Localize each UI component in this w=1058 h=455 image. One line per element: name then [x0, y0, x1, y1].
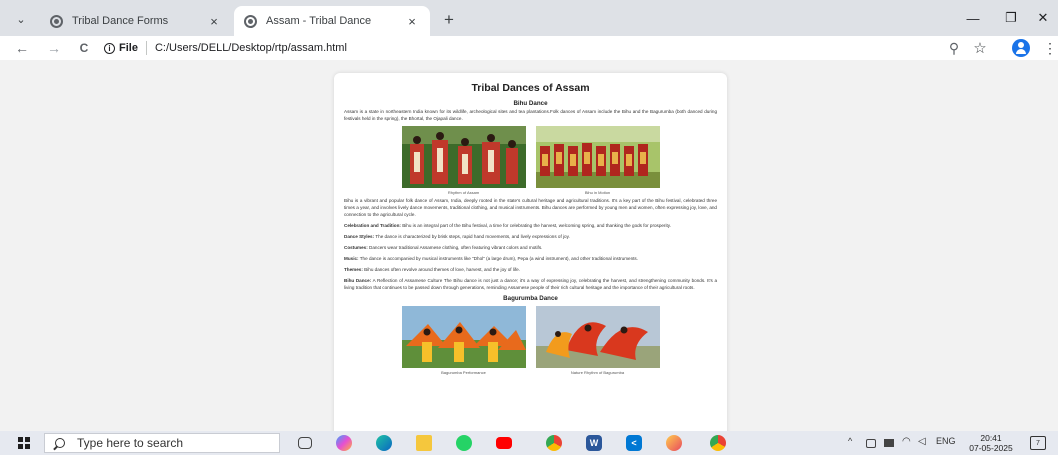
image-caption: Nature Rhythm of Bagurumba	[570, 370, 625, 375]
tab-close-icon[interactable]: ×	[206, 14, 222, 29]
system-clock[interactable]: 20:41 07-05-2025	[966, 433, 1016, 453]
copilot-icon[interactable]	[336, 435, 352, 451]
whatsapp-icon[interactable]	[456, 435, 472, 451]
bagurumba-dancers-photo	[401, 306, 526, 368]
music-paragraph: Music: The dance is accompanied by music…	[344, 256, 639, 261]
chrome-icon[interactable]	[546, 435, 562, 451]
globe-icon	[244, 14, 257, 28]
info-icon: i	[104, 42, 115, 54]
zoom-icon[interactable]: ⚲	[944, 38, 964, 58]
wifi-icon[interactable]: ◠	[902, 436, 911, 447]
reload-button[interactable]: C	[74, 38, 94, 58]
youtube-icon[interactable]	[496, 437, 512, 449]
bihu-gallery: Rhythm of Assam Bihu in Motion	[344, 126, 717, 195]
new-tab-button[interactable]: +	[440, 10, 458, 30]
task-view-icon[interactable]	[298, 437, 312, 449]
address-bar[interactable]: i File C:/Users/DELL/Desktop/rtp/assam.h…	[104, 38, 972, 58]
search-icon	[55, 438, 65, 448]
bihu-dancers-photo	[401, 126, 526, 188]
clock-time: 20:41	[980, 433, 1002, 443]
celebration-paragraph: Celebration and Tradition: Bihu is an in…	[344, 223, 671, 228]
restore-button[interactable]: ❐	[996, 6, 1026, 30]
tab-strip: ⌄ Tribal Dance Forms × Assam - Tribal Da…	[0, 0, 1058, 36]
intro-paragraph: Assam is a state in northeastern India k…	[344, 109, 717, 121]
close-window-button[interactable]: ✕	[1028, 6, 1058, 30]
back-button[interactable]: ←	[12, 38, 32, 58]
windows-logo-icon[interactable]	[18, 437, 30, 449]
bihu-heading: Bihu Dance	[513, 100, 548, 107]
paint-icon[interactable]	[666, 435, 682, 451]
volume-icon[interactable]: ◁	[918, 436, 926, 447]
figure-bagurumba-1: Bagurumba Performance	[401, 306, 526, 375]
tab-search-chevron-down-icon[interactable]: ⌄	[10, 8, 32, 30]
minimize-button[interactable]: —	[958, 6, 988, 30]
taskbar-search-input[interactable]: Type here to search	[44, 433, 280, 453]
costumes-paragraph: Costumes: Dancers wear traditional Assam…	[344, 245, 543, 250]
profile-avatar[interactable]	[1012, 39, 1030, 57]
dance-styles-paragraph: Dance Styles: The dance is characterized…	[344, 234, 570, 239]
bookmark-star-icon[interactable]: ☆	[970, 38, 990, 58]
themes-paragraph: Themes: Bihu dances often revolve around…	[344, 267, 520, 272]
tab-title: Tribal Dance Forms	[72, 15, 169, 27]
figure-bagurumba-2: Nature Rhythm of Bagurumba	[535, 306, 660, 375]
tab-title: Assam - Tribal Dance	[266, 15, 372, 27]
chrome-icon[interactable]	[710, 435, 726, 451]
figure-rhythm-of-assam: Rhythm of Assam	[401, 126, 526, 195]
word-icon[interactable]: W	[586, 435, 602, 451]
file-label: File	[119, 42, 138, 54]
language-indicator[interactable]: ENG	[936, 436, 956, 446]
bagurumba-heading: Bagurumba Dance	[503, 295, 558, 302]
show-hidden-icons-chevron-up-icon[interactable]: ^	[848, 436, 852, 446]
page-viewport[interactable]: Tribal Dances of Assam Bihu Dance Assam …	[0, 60, 1058, 431]
reflection-paragraph: Bihu Dance: A Reflection of Assamese Cul…	[344, 278, 717, 290]
clock-date: 07-05-2025	[969, 443, 1013, 453]
windows-taskbar: Type here to search W < ^ ◠ ◁ ENG 20:41 …	[0, 431, 1058, 455]
globe-icon	[50, 14, 63, 28]
tab-assam-tribal-dance[interactable]: Assam - Tribal Dance ×	[234, 6, 430, 36]
image-caption: Rhythm of Assam	[447, 190, 480, 195]
battery-icon[interactable]	[866, 439, 876, 448]
tab-tribal-dance-forms[interactable]: Tribal Dance Forms ×	[40, 6, 232, 36]
browser-toolbar: ← → C i File C:/Users/DELL/Desktop/rtp/a…	[0, 36, 1058, 60]
url-text[interactable]: C:/Users/DELL/Desktop/rtp/assam.html	[155, 42, 347, 54]
display-icon[interactable]	[884, 439, 894, 447]
figure-bihu-in-motion: Bihu in Motion	[535, 126, 660, 195]
search-placeholder: Type here to search	[77, 436, 184, 450]
url-divider	[145, 41, 147, 55]
edge-icon[interactable]	[376, 435, 392, 451]
vscode-icon[interactable]: <	[626, 435, 642, 451]
tab-close-icon[interactable]: ×	[404, 14, 420, 29]
bagurumba-swirl-photo	[535, 306, 660, 368]
forward-button[interactable]: →	[44, 38, 64, 58]
file-explorer-icon[interactable]	[416, 435, 432, 451]
content-card: Tribal Dances of Assam Bihu Dance Assam …	[334, 73, 727, 431]
bihu-line-dance-photo	[535, 126, 660, 188]
notification-icon[interactable]: 7	[1030, 436, 1046, 450]
image-caption: Bihu in Motion	[584, 190, 611, 195]
bihu-description: Bihu is a vibrant and popular folk dance…	[344, 198, 717, 217]
page-title: Tribal Dances of Assam	[471, 82, 590, 94]
browser-menu-icon[interactable]: ⋮	[1040, 38, 1058, 58]
site-info-badge[interactable]: i File	[104, 42, 138, 54]
image-caption: Bagurumba Performance	[441, 370, 486, 375]
bagurumba-gallery: Bagurumba Performance Nature Rhythm of B…	[344, 306, 717, 375]
